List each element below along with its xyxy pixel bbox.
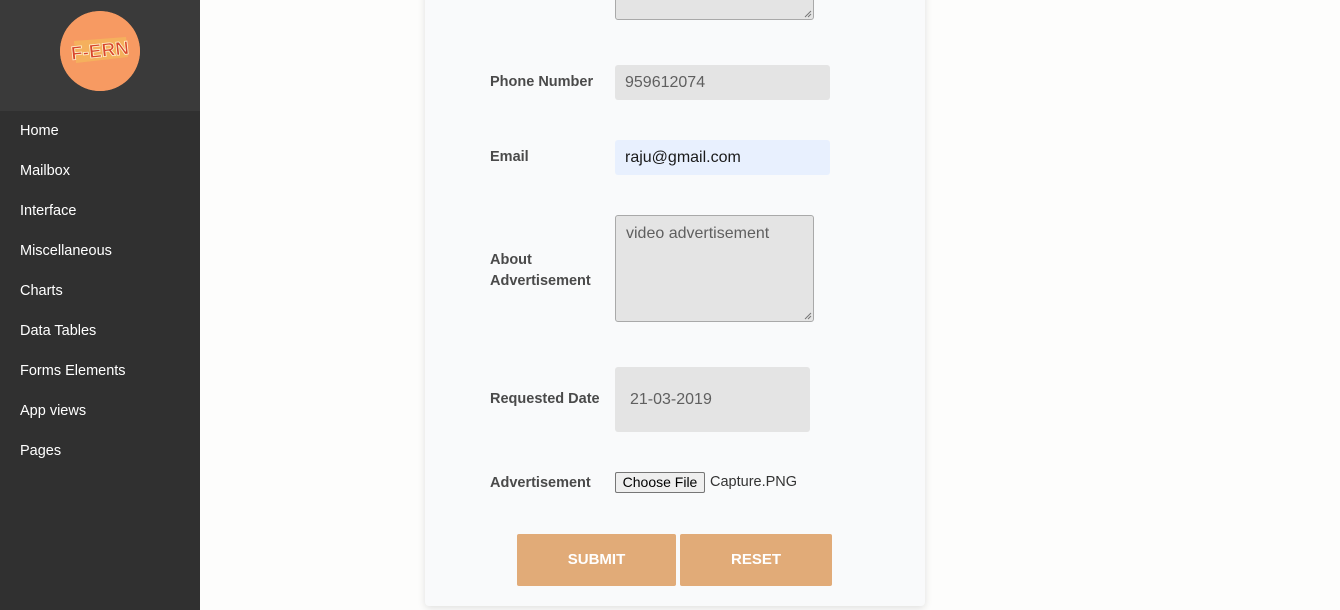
sidebar-header: F-ERN	[0, 0, 200, 111]
advertisement-label: Advertisement	[490, 475, 591, 491]
brand-logo[interactable]: F-ERN	[60, 11, 140, 91]
about-label-line2: Advertisement	[490, 273, 591, 289]
choose-file-button[interactable]: Choose File	[615, 472, 705, 493]
file-name: Capture.PNG	[710, 474, 798, 490]
email-label: Email	[490, 149, 529, 165]
previous-textarea[interactable]	[615, 0, 814, 20]
sidebar-item-charts[interactable]: Charts	[0, 271, 200, 311]
sidebar-item-pages[interactable]: Pages	[0, 431, 200, 471]
about-advertisement-textarea[interactable]: video advertisement	[615, 215, 814, 322]
sidebar-item-data-tables[interactable]: Data Tables	[0, 311, 200, 351]
about-label-line1: About	[490, 252, 532, 268]
sidebar-item-forms-elements[interactable]: Forms Elements	[0, 351, 200, 391]
sidebar-item-mailbox[interactable]: Mailbox	[0, 151, 200, 191]
sidebar-item-home[interactable]: Home	[0, 111, 200, 151]
phone-input[interactable]: 959612074	[615, 65, 830, 100]
requested-date-label: Requested Date	[490, 391, 600, 407]
resize-handle-icon[interactable]	[803, 9, 812, 18]
submit-button[interactable]: SUBMIT	[517, 534, 676, 586]
sidebar-item-app-views[interactable]: App views	[0, 391, 200, 431]
phone-label: Phone Number	[490, 74, 594, 90]
about-advertisement-label: About Advertisement	[490, 250, 591, 292]
sidebar-item-miscellaneous[interactable]: Miscellaneous	[0, 231, 200, 271]
resize-handle-icon[interactable]	[803, 311, 812, 320]
sidebar-nav: Home Mailbox Interface Miscellaneous Cha…	[0, 111, 200, 471]
reset-button[interactable]: RESET	[680, 534, 832, 586]
about-advertisement-value: video advertisement	[626, 225, 770, 242]
sidebar: F-ERN Home Mailbox Interface Miscellaneo…	[0, 0, 200, 610]
requested-date-input[interactable]: 21-03-2019	[615, 367, 810, 432]
email-input[interactable]: raju@gmail.com	[615, 140, 830, 175]
sidebar-item-interface[interactable]: Interface	[0, 191, 200, 231]
